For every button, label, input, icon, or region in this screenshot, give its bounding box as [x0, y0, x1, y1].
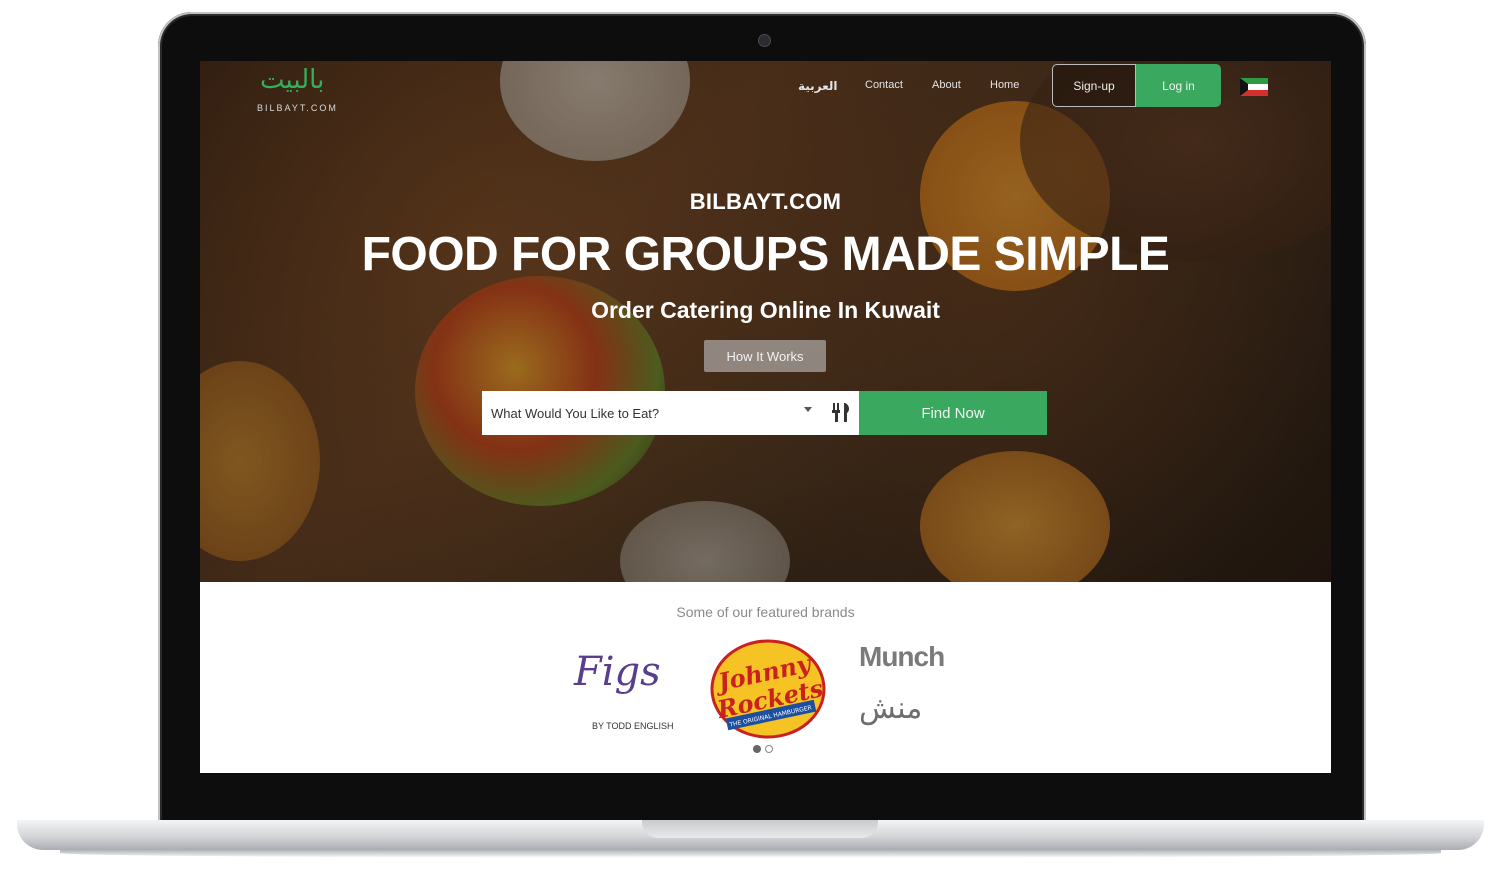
hero-brand: BILBAYT.COM: [689, 189, 842, 214]
login-button[interactable]: Log in: [1136, 64, 1221, 107]
nav-home-link[interactable]: Home: [990, 79, 1019, 95]
logo-english: BILBAYT.COM: [257, 103, 338, 113]
carousel-dot[interactable]: [765, 745, 773, 753]
figs-tagline: BY TODD ENGLISH: [592, 721, 674, 731]
nav-arabic-link[interactable]: العربية: [798, 79, 838, 95]
brand-logo-johnny-rockets[interactable]: Johnny Rockets THE ORIGINAL HAMBURGER: [708, 637, 828, 741]
webcam: [758, 34, 771, 47]
carousel-pagination: [753, 745, 777, 755]
brand-logo-figs[interactable]: Figs BY TODD ENGLISH: [572, 649, 674, 734]
site-logo[interactable]: بالبيت BILBAYT.COM: [256, 65, 356, 115]
nav-about-link[interactable]: About: [932, 79, 961, 95]
fork-knife-icon: [832, 403, 850, 422]
food-search-select[interactable]: What Would You Like to Eat?: [482, 391, 859, 435]
featured-brands-title: Some of our featured brands: [676, 604, 855, 620]
hero-section: بالبيت BILBAYT.COM العربية Contact About…: [200, 61, 1331, 582]
signup-button[interactable]: Sign-up: [1052, 64, 1136, 107]
brand-logo-munch[interactable]: Munch منش: [857, 641, 945, 733]
browser-screen: بالبيت BILBAYT.COM العربية Contact About…: [200, 61, 1331, 773]
nav-contact-link[interactable]: Contact: [865, 79, 903, 95]
munch-wordmark: Munch: [859, 641, 945, 672]
hero-subheadline: Order Catering Online In Kuwait: [591, 297, 940, 323]
figs-wordmark: Figs: [574, 649, 661, 695]
hero-headline: FOOD FOR GROUPS MADE SIMPLE: [361, 228, 1170, 281]
chevron-down-icon[interactable]: [804, 407, 812, 412]
find-now-button[interactable]: Find Now: [859, 391, 1047, 435]
laptop-notch: [642, 820, 878, 838]
carousel-dot-active[interactable]: [753, 745, 761, 753]
munch-arabic-wordmark: منش: [859, 691, 923, 726]
how-it-works-button[interactable]: How It Works: [704, 340, 826, 372]
kuwait-flag-icon[interactable]: [1240, 78, 1268, 96]
logo-arabic: بالبيت: [260, 65, 325, 95]
